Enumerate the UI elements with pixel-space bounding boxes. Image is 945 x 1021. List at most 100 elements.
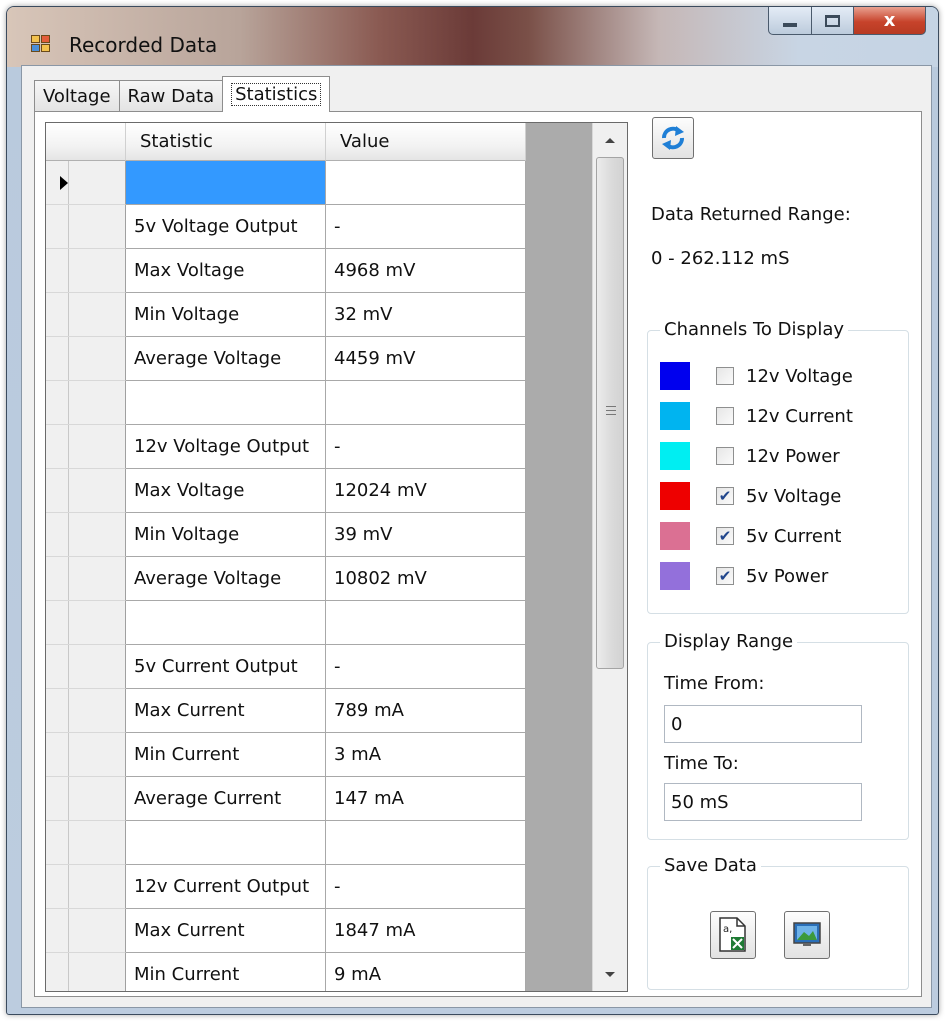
channel-label[interactable]: 5v Power [746, 566, 828, 587]
table-row[interactable] [46, 161, 526, 205]
statistic-cell[interactable] [126, 601, 326, 645]
value-cell[interactable]: 3 mA [326, 733, 526, 777]
column-header-statistic[interactable]: Statistic [126, 123, 326, 161]
table-row[interactable] [46, 381, 526, 425]
channel-checkbox[interactable] [716, 367, 734, 385]
statistic-cell[interactable] [126, 821, 326, 865]
tab-voltage[interactable]: Voltage [34, 80, 120, 112]
value-cell[interactable]: 4968 mV [326, 249, 526, 293]
table-row[interactable]: 12v Current Output - [46, 865, 526, 909]
statistic-cell[interactable]: Min Current [126, 953, 326, 991]
table-row[interactable]: Min Voltage 32 mV [46, 293, 526, 337]
minimize-button[interactable] [768, 7, 812, 35]
row-header[interactable] [46, 381, 126, 425]
column-header-value[interactable]: Value [326, 123, 526, 161]
row-header[interactable] [46, 733, 126, 777]
value-cell[interactable]: 32 mV [326, 293, 526, 337]
row-header[interactable] [46, 205, 126, 249]
tab-statistics[interactable]: Statistics [222, 76, 331, 112]
tab-raw-data[interactable]: Raw Data [118, 80, 224, 112]
table-row[interactable]: Min Current 9 mA [46, 953, 526, 991]
value-cell[interactable]: 10802 mV [326, 557, 526, 601]
value-cell[interactable] [326, 161, 526, 205]
row-header[interactable] [46, 513, 126, 557]
statistic-cell[interactable] [126, 381, 326, 425]
table-row[interactable] [46, 601, 526, 645]
value-cell[interactable]: 4459 mV [326, 337, 526, 381]
channel-label[interactable]: 12v Current [746, 406, 853, 427]
time-to-input[interactable]: 50 mS [664, 783, 862, 821]
channel-label[interactable]: 12v Power [746, 446, 840, 467]
row-header[interactable] [46, 953, 126, 991]
row-header[interactable] [46, 865, 126, 909]
scroll-up-button[interactable] [593, 123, 627, 157]
row-header[interactable] [46, 821, 126, 865]
table-row[interactable]: 12v Voltage Output - [46, 425, 526, 469]
row-header[interactable] [46, 293, 126, 337]
table-row[interactable]: 5v Voltage Output - [46, 205, 526, 249]
row-header[interactable] [46, 161, 126, 205]
table-row[interactable]: Average Current 147 mA [46, 777, 526, 821]
value-cell[interactable] [326, 381, 526, 425]
value-cell[interactable]: 39 mV [326, 513, 526, 557]
table-row[interactable] [46, 821, 526, 865]
statistic-cell[interactable]: 12v Current Output [126, 865, 326, 909]
refresh-button[interactable] [652, 117, 694, 159]
value-cell[interactable] [326, 601, 526, 645]
row-header[interactable] [46, 337, 126, 381]
table-row[interactable]: Average Voltage 10802 mV [46, 557, 526, 601]
table-row[interactable]: Max Current 789 mA [46, 689, 526, 733]
value-cell[interactable]: 9 mA [326, 953, 526, 991]
row-header[interactable] [46, 909, 126, 953]
row-header[interactable] [46, 469, 126, 513]
value-cell[interactable]: - [326, 865, 526, 909]
channel-checkbox[interactable]: ✔ [716, 527, 734, 545]
close-button[interactable]: x [854, 7, 926, 35]
channel-label[interactable]: 5v Voltage [746, 486, 841, 507]
maximize-button[interactable] [812, 7, 854, 35]
title-bar[interactable]: Recorded Data x [7, 7, 938, 67]
scroll-down-button[interactable] [593, 957, 627, 991]
table-row[interactable]: 5v Current Output - [46, 645, 526, 689]
statistic-cell[interactable]: Min Current [126, 733, 326, 777]
row-header[interactable] [46, 601, 126, 645]
value-cell[interactable]: 12024 mV [326, 469, 526, 513]
grid-vertical-scrollbar[interactable] [592, 123, 627, 991]
value-cell[interactable]: - [326, 425, 526, 469]
value-cell[interactable]: - [326, 205, 526, 249]
row-header[interactable] [46, 777, 126, 821]
statistic-cell[interactable]: Min Voltage [126, 293, 326, 337]
grid-corner-header[interactable] [46, 123, 126, 161]
table-row[interactable]: Average Voltage 4459 mV [46, 337, 526, 381]
statistic-cell[interactable]: Average Current [126, 777, 326, 821]
statistic-cell[interactable]: Average Voltage [126, 337, 326, 381]
scroll-thumb[interactable] [596, 157, 624, 669]
value-cell[interactable]: 789 mA [326, 689, 526, 733]
statistic-cell[interactable]: Average Voltage [126, 557, 326, 601]
table-row[interactable]: Min Current 3 mA [46, 733, 526, 777]
statistics-grid[interactable]: Statistic Value 5v Voltage Output - Max Vo… [45, 122, 628, 992]
time-from-input[interactable]: 0 [664, 705, 862, 743]
statistic-cell[interactable]: Max Current [126, 909, 326, 953]
row-header[interactable] [46, 249, 126, 293]
value-cell[interactable]: 1847 mA [326, 909, 526, 953]
statistic-cell[interactable]: 5v Current Output [126, 645, 326, 689]
save-image-button[interactable] [784, 911, 830, 959]
channel-label[interactable]: 12v Voltage [746, 366, 853, 387]
table-row[interactable]: Max Current 1847 mA [46, 909, 526, 953]
statistic-cell[interactable] [126, 161, 326, 205]
row-header[interactable] [46, 689, 126, 733]
value-cell[interactable] [326, 821, 526, 865]
channel-checkbox[interactable] [716, 447, 734, 465]
channel-checkbox[interactable]: ✔ [716, 487, 734, 505]
statistic-cell[interactable]: 12v Voltage Output [126, 425, 326, 469]
save-csv-button[interactable]: a, [710, 911, 756, 959]
channel-checkbox[interactable]: ✔ [716, 567, 734, 585]
value-cell[interactable]: 147 mA [326, 777, 526, 821]
statistic-cell[interactable]: Max Voltage [126, 469, 326, 513]
statistic-cell[interactable]: Max Voltage [126, 249, 326, 293]
row-header[interactable] [46, 645, 126, 689]
statistic-cell[interactable]: 5v Voltage Output [126, 205, 326, 249]
table-row[interactable]: Max Voltage 12024 mV [46, 469, 526, 513]
row-header[interactable] [46, 557, 126, 601]
